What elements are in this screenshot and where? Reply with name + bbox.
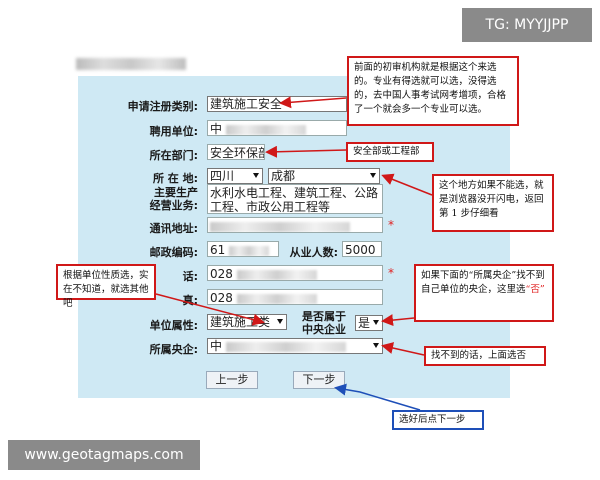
arrow-unit-nature <box>155 293 265 326</box>
arrow-reg-type <box>279 96 347 109</box>
watermark-bottom: www.geotagmaps.com <box>8 440 200 470</box>
note-next: 选好后点下一步 <box>392 410 484 430</box>
note-dept: 安全部或工程部 <box>346 142 434 162</box>
arrow-dept <box>265 145 347 158</box>
note-unit-nature: 根据单位性质选，实在不知道，就选其他吧 <box>56 264 156 309</box>
arrow-central-question <box>381 314 415 327</box>
note-not-found: 找不到的话，上面选否 <box>424 346 546 366</box>
note-central: 如果下面的“所属央企”找不到自己单位的央企，这里选“否” <box>414 264 554 322</box>
arrow-location <box>381 173 433 196</box>
note-location: 这个地方如果不能选，就是浏览器没开闪电，返回第 1 步仔细看 <box>432 174 554 232</box>
note-initial-review: 前面的初审机构就是根据这个来选的。专业有得选就可以选，没得选的，去中国人事考试网… <box>347 56 519 126</box>
arrow-central-enterprise <box>381 342 425 356</box>
note-central-highlight: “否” <box>525 284 545 295</box>
arrow-next <box>334 383 421 411</box>
